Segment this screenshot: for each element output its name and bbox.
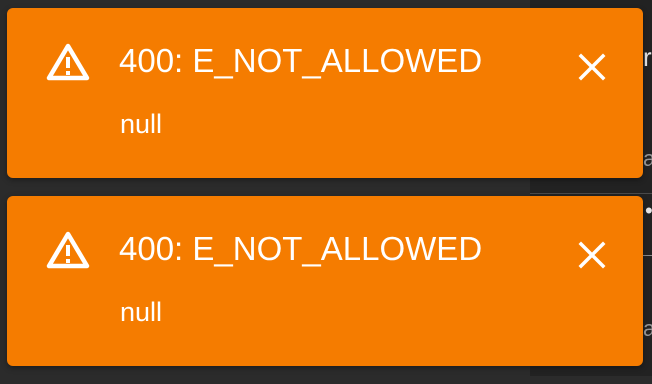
background-partial-text: a	[643, 316, 652, 341]
close-icon	[578, 53, 606, 81]
close-button[interactable]	[573, 48, 611, 86]
error-toast: 400: E_NOT_ALLOWED null	[7, 196, 643, 366]
warning-triangle-icon	[45, 42, 91, 82]
toast-title: 400: E_NOT_ALLOWED	[119, 42, 483, 79]
background-partial-text: a	[643, 146, 652, 171]
background-partial-text: r	[643, 42, 652, 72]
toast-message: null	[120, 109, 163, 139]
toast-title: 400: E_NOT_ALLOWED	[119, 230, 483, 267]
close-button[interactable]	[573, 236, 611, 274]
close-icon	[578, 241, 606, 269]
toast-message: null	[120, 297, 163, 327]
notification-stack: 400: E_NOT_ALLOWED null 400: E_NOT_ALLOW…	[7, 8, 643, 384]
background-bullet: •	[645, 198, 652, 223]
error-toast: 400: E_NOT_ALLOWED null	[7, 8, 643, 178]
warning-triangle-icon	[45, 230, 91, 270]
